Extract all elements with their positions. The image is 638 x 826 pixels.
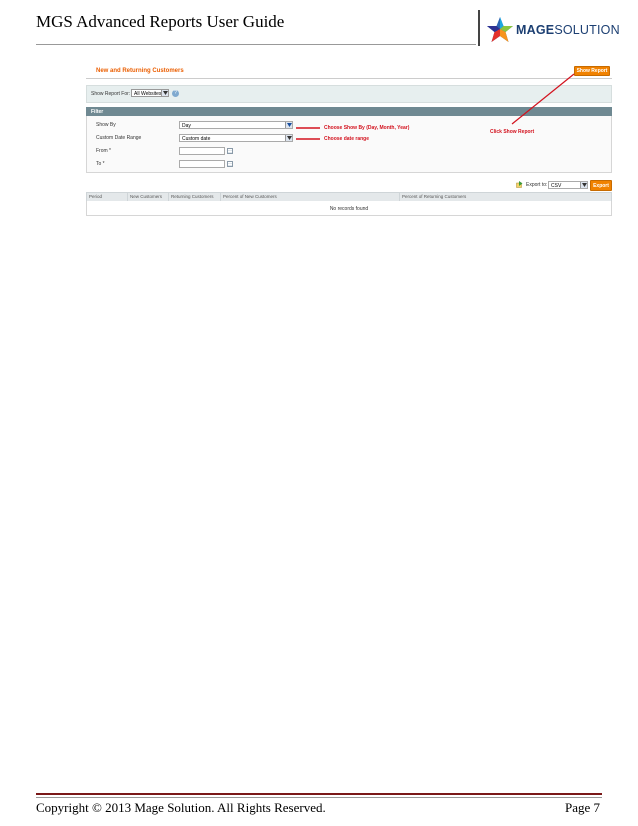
annotation-show-report: Click Show Report xyxy=(490,129,535,135)
footer-copyright: Copyright © 2013 Mage Solution. All Righ… xyxy=(36,800,326,815)
footer-rule xyxy=(36,793,602,795)
annotation-date-range: Choose date range xyxy=(324,136,370,142)
footer-rule-thin xyxy=(36,797,602,798)
empty-message: No records found xyxy=(329,206,369,212)
annotation-arrows xyxy=(296,73,575,140)
annotation-show-by: Choose Show By (Day, Month, Year) xyxy=(324,125,410,131)
footer-page-number: Page 7 xyxy=(564,800,600,815)
annotation-line-show-report xyxy=(511,73,575,125)
table-row: No records found xyxy=(86,201,612,216)
